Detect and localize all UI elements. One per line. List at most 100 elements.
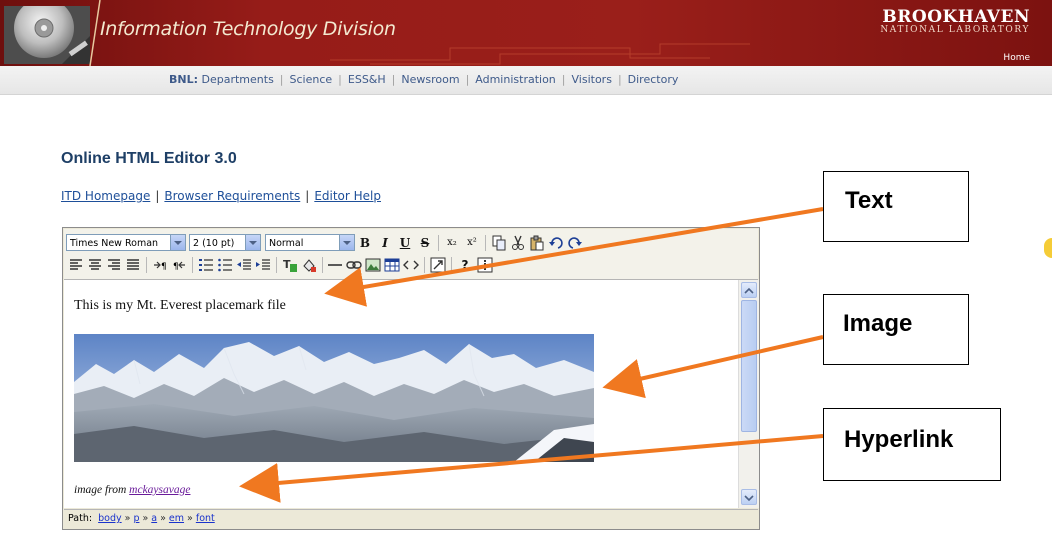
underline-button[interactable]: U xyxy=(397,235,413,251)
content-text[interactable]: This is my Mt. Everest placemark file xyxy=(74,298,286,314)
chevron-down-icon xyxy=(744,495,754,502)
chevron-up-icon xyxy=(744,287,754,294)
undo-icon[interactable] xyxy=(548,235,564,251)
paste-icon[interactable] xyxy=(529,235,545,251)
insert-table-icon[interactable] xyxy=(384,257,400,273)
division-title: Information Technology Division xyxy=(100,18,396,40)
align-right-icon[interactable] xyxy=(106,257,122,273)
path-label: Path: xyxy=(68,513,93,524)
ordered-list-icon[interactable] xyxy=(198,257,214,273)
bold-button[interactable]: B xyxy=(357,235,373,251)
scroll-thumb[interactable] xyxy=(741,300,757,432)
bnl-logo-sub: NATIONAL LABORATORY xyxy=(880,25,1030,35)
image-callout: Image xyxy=(823,294,969,365)
svg-text:T: T xyxy=(283,258,291,271)
itd-homepage-link[interactable]: ITD Homepage xyxy=(61,189,150,203)
path-a[interactable]: a xyxy=(151,513,157,524)
path-em[interactable]: em xyxy=(169,513,184,524)
bnl-logo-main: BROOKHAVEN xyxy=(882,7,1030,27)
superscript-button[interactable]: x² xyxy=(464,235,480,251)
element-path-bar: Path: body» p» a» em» font xyxy=(64,509,758,528)
font-size-select[interactable]: 2 (10 pt) xyxy=(189,234,261,251)
toolbar-separator xyxy=(485,235,486,251)
path-font[interactable]: font xyxy=(196,513,215,524)
circuit-decoration xyxy=(330,43,750,65)
insert-image-icon[interactable] xyxy=(365,257,381,273)
mountain-panorama-image[interactable] xyxy=(74,334,594,462)
path-separator: » xyxy=(160,513,166,524)
svg-text:¶: ¶ xyxy=(161,262,167,272)
bnl-logo[interactable]: BROOKHAVEN NATIONAL LABORATORY xyxy=(880,7,1030,35)
toolbar-separator xyxy=(424,257,425,273)
text-callout: Text xyxy=(823,171,969,242)
scroll-down-button[interactable] xyxy=(741,489,757,505)
ltr-icon[interactable]: ¶ xyxy=(152,257,168,273)
cut-icon[interactable] xyxy=(510,235,526,251)
rtl-icon[interactable]: ¶ xyxy=(171,257,187,273)
home-link[interactable]: Home xyxy=(1003,53,1030,63)
nav-visitors[interactable]: Visitors xyxy=(572,73,612,86)
nav-newsroom[interactable]: Newsroom xyxy=(401,73,459,86)
outdent-icon[interactable] xyxy=(236,257,252,273)
editor-content-area[interactable]: This is my Mt. Everest placemark file im… xyxy=(64,280,738,508)
align-center-icon[interactable] xyxy=(87,257,103,273)
link-icon[interactable] xyxy=(346,257,362,273)
redo-icon[interactable] xyxy=(567,235,583,251)
scroll-up-button[interactable] xyxy=(741,282,757,298)
site-header: Information Technology Division BROOKHAV… xyxy=(0,0,1052,66)
chevron-down-icon xyxy=(245,235,260,250)
nav-science[interactable]: Science xyxy=(290,73,333,86)
browser-requirements-link[interactable]: Browser Requirements xyxy=(164,189,300,203)
format-value: Normal xyxy=(269,238,304,249)
info-icon[interactable] xyxy=(477,257,493,273)
editor-scrollbar[interactable] xyxy=(738,280,759,508)
editor-toolbar: Times New Roman 2 (10 pt) Normal B I U S… xyxy=(64,229,758,280)
format-select[interactable]: Normal xyxy=(265,234,355,251)
site-nav: BNL: Departments | Science | ESS&H | Newsroom |… xyxy=(0,66,1052,95)
chevron-down-icon xyxy=(170,235,185,250)
svg-text:¶: ¶ xyxy=(173,262,179,272)
path-separator: » xyxy=(142,513,149,524)
toolbar-separator xyxy=(276,257,277,273)
caption-hyperlink[interactable]: mckaysavage xyxy=(129,484,190,496)
text-color-icon[interactable]: T xyxy=(282,257,298,273)
subscript-button[interactable]: x₂ xyxy=(444,235,460,251)
toolbar-separator xyxy=(146,257,147,273)
font-family-select[interactable]: Times New Roman xyxy=(66,234,186,251)
background-color-icon[interactable] xyxy=(301,257,317,273)
nav-departments[interactable]: Departments xyxy=(202,73,274,86)
align-left-icon[interactable] xyxy=(68,257,84,273)
toolbar-separator xyxy=(438,235,439,251)
toolbar-separator xyxy=(451,257,452,273)
horizontal-rule-icon[interactable] xyxy=(327,257,343,273)
path-body[interactable]: body xyxy=(98,513,122,524)
path-separator: » xyxy=(187,513,193,524)
image-caption: image from mckaysavage xyxy=(74,484,190,496)
nav-prefix: BNL: xyxy=(169,73,198,86)
fullscreen-icon[interactable] xyxy=(430,257,446,273)
indent-icon[interactable] xyxy=(255,257,271,273)
font-size-value: 2 (10 pt) xyxy=(193,238,235,249)
path-separator: » xyxy=(124,513,131,524)
toolbar-separator xyxy=(192,257,193,273)
help-button[interactable]: ? xyxy=(457,257,473,273)
toolbar-separator xyxy=(322,257,323,273)
font-family-value: Times New Roman xyxy=(70,238,159,249)
unordered-list-icon[interactable] xyxy=(217,257,233,273)
nav-administration[interactable]: Administration xyxy=(475,73,556,86)
hyperlink-callout: Hyperlink xyxy=(823,408,1001,481)
nav-essh[interactable]: ESS&H xyxy=(348,73,386,86)
side-marker xyxy=(1044,238,1052,258)
nav-directory[interactable]: Directory xyxy=(628,73,679,86)
editor-help-link[interactable]: Editor Help xyxy=(314,189,381,203)
html-editor: Times New Roman 2 (10 pt) Normal B I U S… xyxy=(62,227,760,530)
path-p[interactable]: p xyxy=(133,513,139,524)
italic-button[interactable]: I xyxy=(377,235,393,251)
chevron-down-icon xyxy=(339,235,354,250)
html-source-icon[interactable] xyxy=(403,257,419,273)
copy-icon[interactable] xyxy=(491,235,507,251)
hard-disk-icon xyxy=(4,6,90,64)
strikethrough-button[interactable]: S xyxy=(417,235,433,251)
justify-icon[interactable] xyxy=(125,257,141,273)
caption-prefix: image from xyxy=(74,484,127,496)
